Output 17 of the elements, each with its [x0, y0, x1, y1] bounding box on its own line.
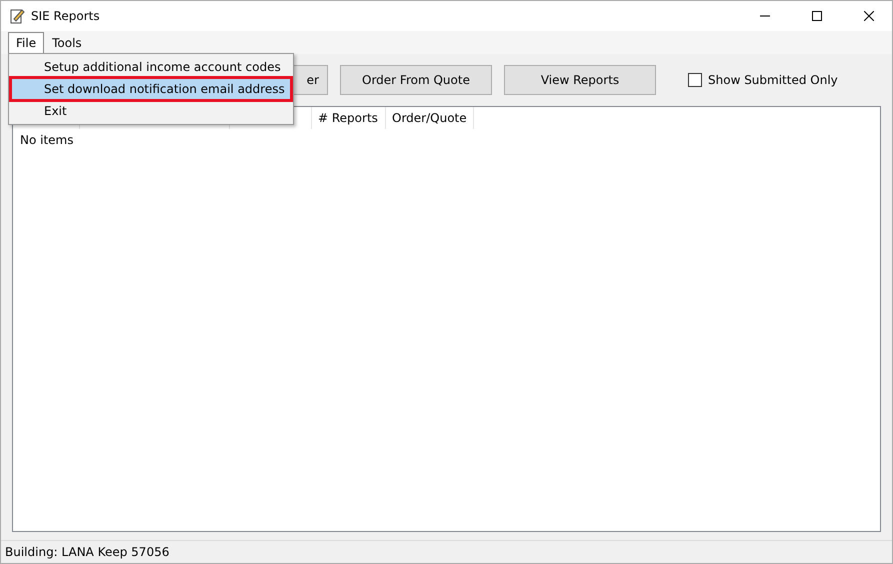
column-header[interactable]: # Reports [312, 107, 386, 129]
menu-entry[interactable]: Setup additional income account codes [11, 56, 291, 78]
toolbar-button[interactable]: View Reports [504, 65, 656, 95]
toolbar-button[interactable]: Order From Quote [340, 65, 492, 95]
close-icon[interactable] [864, 11, 874, 21]
menu-entry[interactable]: Exit [11, 100, 291, 122]
menu-item[interactable]: File [8, 32, 44, 54]
menu-entry[interactable]: Set download notification email address [11, 78, 291, 100]
maximize-icon[interactable] [812, 11, 822, 21]
checkbox-label: Show Submitted Only [708, 73, 838, 87]
status-bar: Building: LANA Keep 57056 [1, 540, 892, 563]
checkbox[interactable] [688, 73, 702, 87]
window-title: SIE Reports [31, 9, 101, 23]
notepad-pencil-icon [9, 8, 25, 24]
empty-list-text: No items [19, 132, 74, 149]
column-header[interactable]: Order/Quote [386, 107, 474, 129]
menu-item[interactable]: Tools [44, 32, 90, 54]
